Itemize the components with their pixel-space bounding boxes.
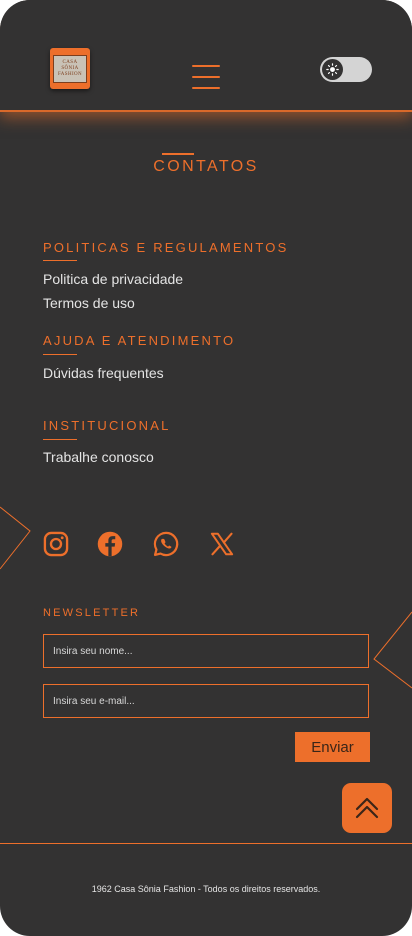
hamburger-icon[interactable] xyxy=(190,62,222,92)
newsletter-title: NEWSLETTER xyxy=(43,607,141,619)
section-title-help: AJUDA E ATENDIMENTO xyxy=(43,333,236,348)
newsletter-submit-button[interactable]: Enviar xyxy=(295,732,370,762)
link-careers[interactable]: Trabalhe conosco xyxy=(43,449,154,465)
menu-bar xyxy=(192,65,220,67)
x-icon[interactable] xyxy=(208,530,236,558)
menu-bar xyxy=(192,76,220,78)
whatsapp-icon[interactable] xyxy=(152,530,180,558)
footer-copyright: 1962 Casa Sônia Fashion - Todos os direi… xyxy=(91,884,321,894)
section-underline xyxy=(43,260,77,261)
newsletter-name-input[interactable] xyxy=(43,634,369,668)
link-faq[interactable]: Dúvidas frequentes xyxy=(43,365,164,381)
logo-text-line-3: FASHION xyxy=(57,71,83,77)
decorative-triangle-right xyxy=(373,611,412,689)
footer-divider xyxy=(0,843,412,844)
newsletter-email-input[interactable] xyxy=(43,684,369,718)
theme-toggle[interactable] xyxy=(320,57,372,82)
toggle-knob xyxy=(322,59,343,80)
header: CASA SÔNIA FASHION xyxy=(0,0,412,112)
section-underline xyxy=(43,354,77,355)
section-title-institutional: INSTITUCIONAL xyxy=(43,418,171,433)
menu-bar xyxy=(192,87,220,89)
link-privacy-policy[interactable]: Politica de privacidade xyxy=(43,271,183,287)
sun-icon xyxy=(326,63,339,76)
logo-plate: CASA SÔNIA FASHION xyxy=(53,54,87,83)
double-chevron-up-icon xyxy=(355,797,379,819)
instagram-icon[interactable] xyxy=(42,530,70,558)
phone-screen: CASA SÔNIA FASHION CONTATOS POLITICAS E … xyxy=(0,0,412,936)
contacts-title-bar xyxy=(162,153,194,155)
section-underline xyxy=(43,439,77,440)
back-to-top-button[interactable] xyxy=(342,783,392,833)
contacts-title: CONTATOS xyxy=(153,158,259,175)
facebook-icon[interactable] xyxy=(96,530,124,558)
brand-logo[interactable]: CASA SÔNIA FASHION xyxy=(50,48,90,89)
link-terms-of-use[interactable]: Termos de uso xyxy=(43,295,135,311)
section-title-policies: POLITICAS E REGULAMENTOS xyxy=(43,240,289,255)
decorative-triangle-left xyxy=(0,506,31,570)
